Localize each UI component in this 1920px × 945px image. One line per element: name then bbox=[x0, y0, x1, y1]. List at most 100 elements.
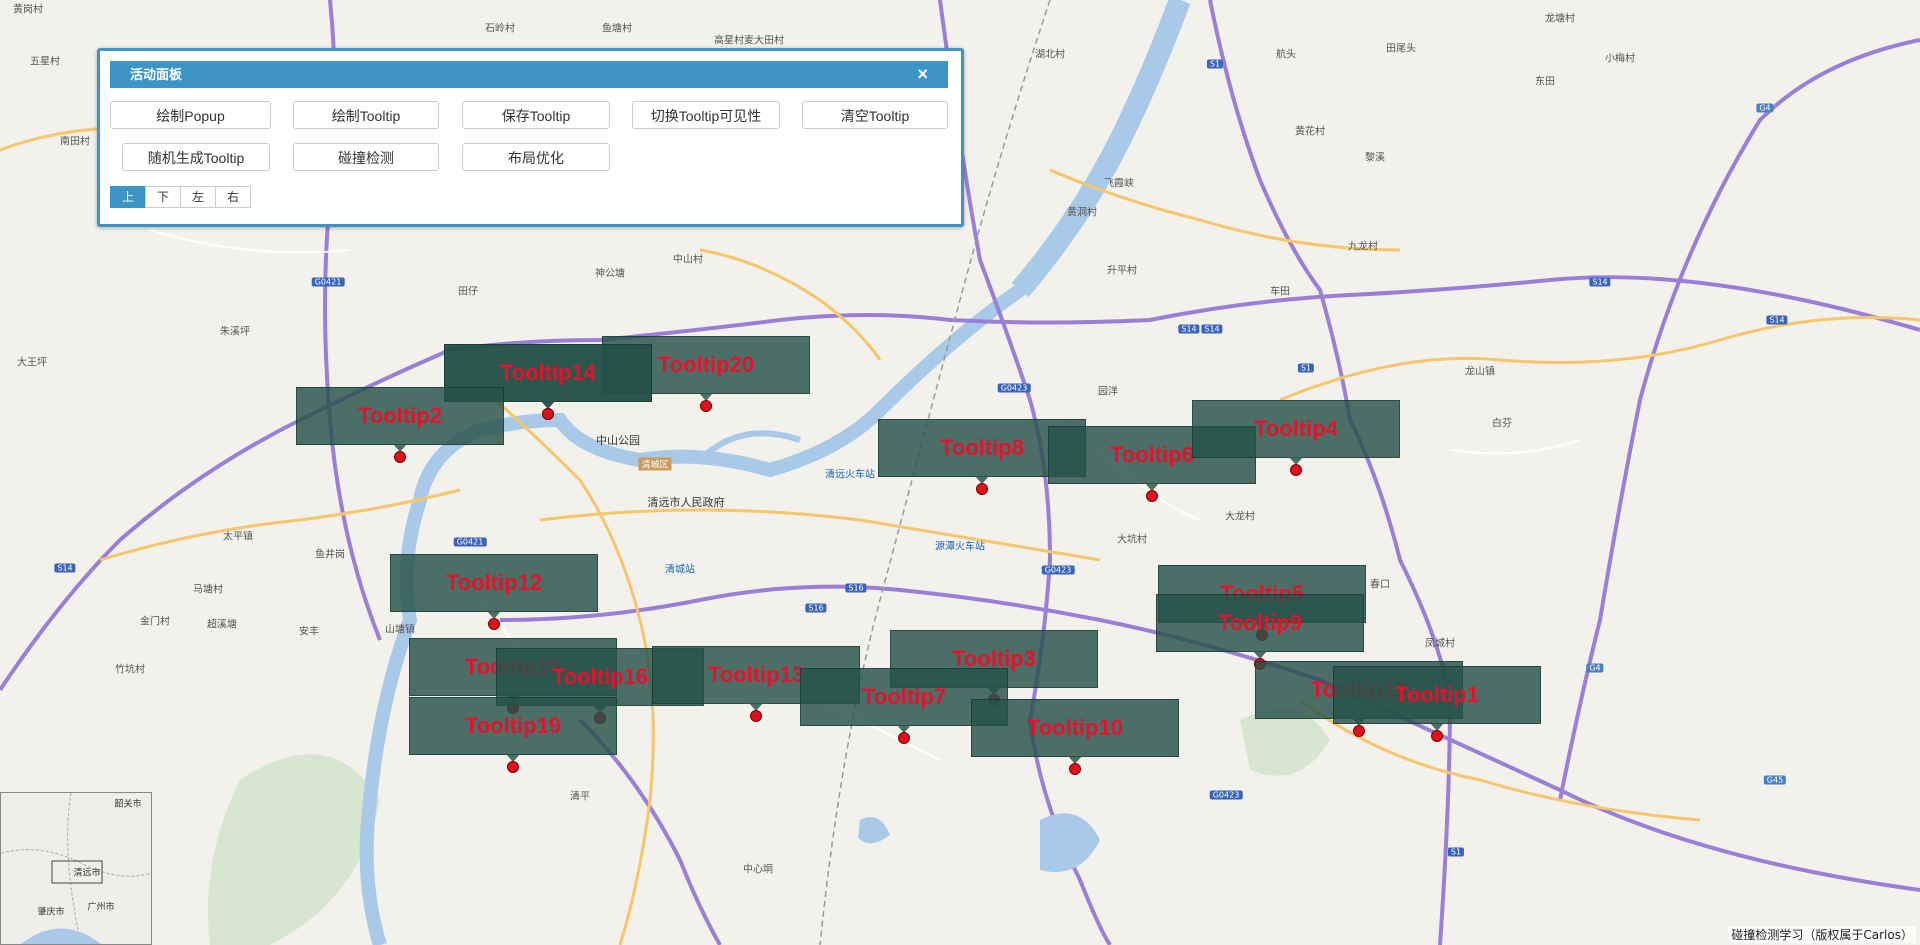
location-marker-icon[interactable] bbox=[898, 732, 910, 744]
location-marker-icon[interactable] bbox=[1353, 725, 1365, 737]
toggle-tooltip-visibility-button[interactable]: 切换Tooltip可见性 bbox=[632, 101, 780, 129]
location-marker-icon[interactable] bbox=[1431, 730, 1443, 742]
direction-down-button[interactable]: 下 bbox=[145, 186, 181, 208]
location-marker-icon[interactable] bbox=[488, 618, 500, 630]
activity-panel: 活动面板 × 绘制Popup 绘制Tooltip 保存Tooltip 切换Too… bbox=[97, 48, 964, 227]
place-label: 鱼井岗 bbox=[315, 549, 345, 561]
tooltip-label: Tooltip9 bbox=[1218, 610, 1302, 635]
road-shield: S14 bbox=[1766, 315, 1788, 325]
place-label: 中心垌 bbox=[743, 864, 773, 876]
panel-title: 活动面板 bbox=[130, 67, 183, 82]
map-tooltip[interactable]: Tooltip2 bbox=[296, 387, 504, 452]
place-label: 高星村麦大田村 bbox=[714, 35, 784, 47]
place-label: 园洋 bbox=[1098, 386, 1118, 398]
place-label: 升平村 bbox=[1107, 265, 1137, 277]
place-label: 大龙村 bbox=[1225, 511, 1255, 523]
place-label: 神公塘 bbox=[595, 268, 625, 280]
tooltip-label: Tooltip2 bbox=[358, 403, 442, 428]
location-marker-icon[interactable] bbox=[394, 451, 406, 463]
road-shield: S16 bbox=[805, 603, 827, 613]
draw-tooltip-button[interactable]: 绘制Tooltip bbox=[293, 101, 439, 129]
direction-up-button[interactable]: 上 bbox=[110, 186, 146, 208]
save-tooltip-button[interactable]: 保存Tooltip bbox=[462, 101, 610, 129]
close-icon[interactable]: × bbox=[917, 61, 928, 88]
road-shield: S14 bbox=[1201, 324, 1223, 334]
place-label: 小梅村 bbox=[1605, 53, 1635, 65]
road-shield: G0423 bbox=[997, 383, 1031, 393]
road-shield: G0423 bbox=[1209, 790, 1243, 800]
place-label: 大坑村 bbox=[1117, 534, 1147, 546]
place-label: 龙塘村 bbox=[1545, 13, 1575, 25]
tooltip-label: Tooltip1 bbox=[1395, 682, 1479, 707]
location-marker-icon[interactable] bbox=[700, 400, 712, 412]
location-marker-icon[interactable] bbox=[976, 483, 988, 495]
station-label: 清城站 bbox=[665, 564, 695, 576]
place-label: 竹坑村 bbox=[115, 664, 145, 676]
place-label: 南田村 bbox=[60, 136, 90, 148]
location-marker-icon[interactable] bbox=[542, 408, 554, 420]
map-canvas[interactable]: 黄岗村 五星村 南田村 石岭村 鱼塘村 高星村麦大田村 湖北村 龙塘村 田尾头 … bbox=[0, 0, 1920, 945]
place-label: 湖北村 bbox=[1035, 49, 1065, 61]
map-tooltip[interactable]: Tooltip10 bbox=[971, 699, 1179, 764]
tooltip-label: Tooltip14 bbox=[499, 360, 597, 385]
map-tooltip[interactable]: Tooltip12 bbox=[390, 554, 598, 619]
place-label: 航头 bbox=[1276, 49, 1296, 61]
station-label: 清远火车站 bbox=[825, 469, 875, 481]
place-label: 飞霞峡 bbox=[1104, 178, 1134, 190]
direction-left-button[interactable]: 左 bbox=[180, 186, 216, 208]
map-tooltip[interactable]: Tooltip19 bbox=[409, 697, 617, 762]
tooltip-label: Tooltip19 bbox=[464, 713, 562, 738]
map-tooltip[interactable]: Tooltip4 bbox=[1192, 400, 1400, 465]
road-shield: G45 bbox=[1763, 775, 1787, 785]
road-shield: S14 bbox=[54, 563, 76, 573]
road-shield: G4 bbox=[1586, 663, 1604, 673]
overview-map[interactable]: 韶关市 清远市 广州市 肇庆市 bbox=[0, 792, 152, 945]
road-shield: S1 bbox=[1206, 59, 1224, 69]
road-shield: G0421 bbox=[453, 537, 487, 547]
tooltip-label: Tooltip12 bbox=[445, 570, 543, 595]
road-shield: G4 bbox=[1756, 103, 1774, 113]
place-label: 龙山镇 bbox=[1465, 366, 1495, 378]
overview-label: 韶关市 bbox=[114, 799, 142, 810]
road-shield: S14 bbox=[1589, 277, 1611, 287]
draw-popup-button[interactable]: 绘制Popup bbox=[110, 101, 271, 129]
place-label: 中山公园 bbox=[596, 434, 640, 447]
place-label: 超溪塘 bbox=[207, 619, 237, 631]
place-label: 清平 bbox=[570, 791, 590, 803]
place-label: 鱼塘村 bbox=[602, 23, 632, 35]
location-marker-icon[interactable] bbox=[1146, 490, 1158, 502]
place-label: 朱溪坪 bbox=[220, 326, 250, 338]
collision-detect-button[interactable]: 碰撞检测 bbox=[293, 143, 439, 171]
place-label: 凤城村 bbox=[1425, 638, 1455, 650]
road-shield: G0421 bbox=[311, 277, 345, 287]
place-label: 清远市人民政府 bbox=[647, 496, 725, 509]
place-label: 五星村 bbox=[30, 56, 60, 68]
place-label: 田仔 bbox=[458, 286, 478, 298]
road-shield: S14 bbox=[1178, 324, 1200, 334]
location-marker-icon[interactable] bbox=[1290, 464, 1302, 476]
place-label: 黎溪 bbox=[1365, 152, 1385, 164]
panel-header: 活动面板 × bbox=[110, 61, 948, 88]
direction-right-button[interactable]: 右 bbox=[215, 186, 251, 208]
overview-label: 广州市 bbox=[87, 902, 115, 913]
location-marker-icon[interactable] bbox=[750, 710, 762, 722]
overview-label: 清远市 bbox=[73, 868, 101, 879]
road-shield: S1 bbox=[1447, 847, 1465, 857]
clear-tooltip-button[interactable]: 清空Tooltip bbox=[802, 101, 948, 129]
place-label: 金门村 bbox=[140, 616, 170, 628]
location-marker-icon[interactable] bbox=[1069, 763, 1081, 775]
random-tooltip-button[interactable]: 随机生成Tooltip bbox=[122, 143, 270, 171]
map-tooltip[interactable]: Tooltip9 bbox=[1156, 594, 1364, 659]
place-label: 太平镇 bbox=[223, 531, 253, 543]
place-label: 安丰 bbox=[299, 626, 319, 638]
district-badge: 清城区 bbox=[638, 457, 672, 471]
place-label: 山塘镇 bbox=[385, 624, 415, 636]
place-label: 马塘村 bbox=[193, 584, 223, 596]
place-label: 大王坪 bbox=[17, 357, 47, 369]
place-label: 石岭村 bbox=[485, 23, 515, 35]
location-marker-icon[interactable] bbox=[507, 761, 519, 773]
layout-optimize-button[interactable]: 布局优化 bbox=[462, 143, 610, 171]
place-label: 白芬 bbox=[1492, 418, 1512, 430]
map-tooltip[interactable]: Tooltip1 bbox=[1333, 666, 1541, 731]
place-label: 黄岗村 bbox=[13, 4, 43, 16]
